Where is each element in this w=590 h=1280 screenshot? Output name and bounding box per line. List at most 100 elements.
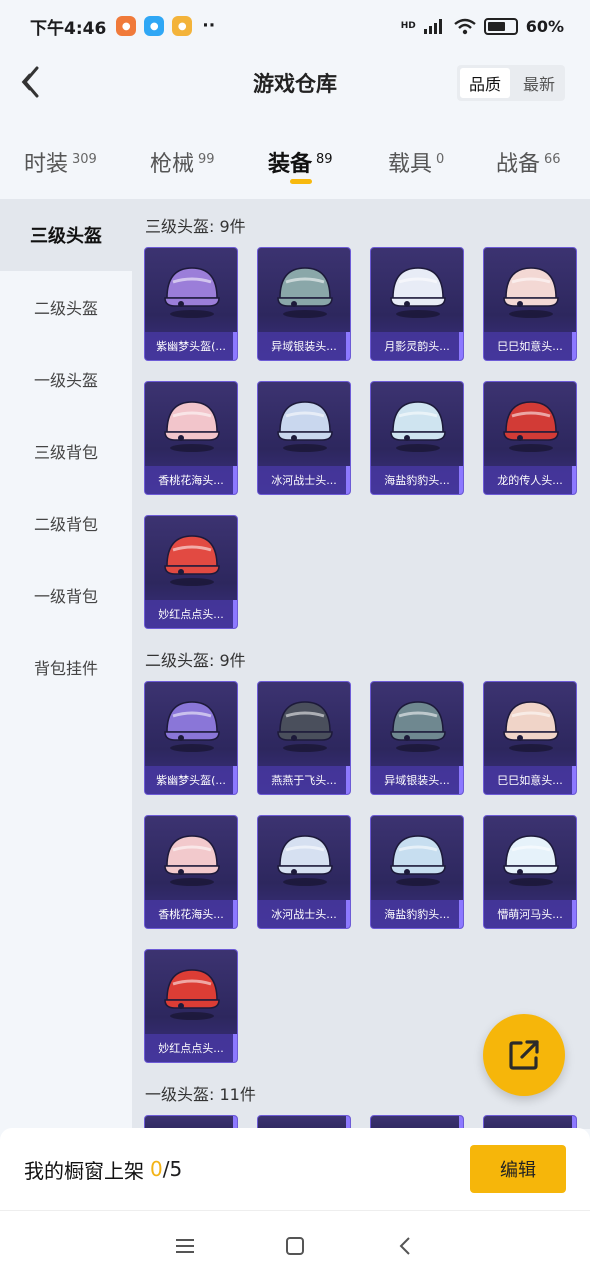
item-card[interactable] <box>144 1115 238 1129</box>
item-card[interactable]: 妙红点点头... <box>144 515 238 629</box>
item-card[interactable]: 月影灵韵头... <box>370 247 464 361</box>
helmet-icon <box>503 267 559 318</box>
home-button[interactable] <box>275 1226 315 1266</box>
item-grid <box>132 1103 590 1129</box>
tab-label: 枪械 <box>150 152 195 177</box>
item-name: 异域银装头... <box>371 766 463 794</box>
helmet-icon <box>164 401 220 452</box>
tab-supplies[interactable]: 战备 66 <box>496 128 561 190</box>
menu-icon <box>176 1238 194 1253</box>
item-card[interactable]: 香桃花海头... <box>144 815 238 929</box>
item-name: 龙的传人头... <box>484 466 576 494</box>
showcase-current: 0 <box>150 1157 163 1181</box>
app-notification-icon: ● <box>172 16 193 36</box>
helmet-icon <box>164 267 220 318</box>
item-name: 紫幽梦头盔(... <box>145 332 237 360</box>
item-name: 海盐豹豹头... <box>371 900 463 928</box>
item-card[interactable]: 海盐豹豹头... <box>370 815 464 929</box>
battery-percent: 60% <box>525 16 564 36</box>
back-arrow-icon <box>21 66 39 98</box>
showcase-count: 0/5 <box>150 1157 182 1181</box>
helmet-icon <box>390 701 446 752</box>
sidebar-item-backpack-charm[interactable]: 背包挂件 <box>0 631 132 703</box>
item-name: 海盐豹豹头... <box>371 466 463 494</box>
network-type: HD <box>400 20 416 31</box>
showcase-bar: 我的橱窗上架 0/5 编辑 <box>0 1128 590 1210</box>
item-card[interactable]: 冰河战士头... <box>257 381 351 495</box>
wifi-icon <box>453 18 476 34</box>
item-name: 紫幽梦头盔(... <box>145 766 237 794</box>
helmet-icon <box>164 535 220 586</box>
item-name: 燕燕于飞头... <box>258 766 350 794</box>
item-card[interactable]: 海盐豹豹头... <box>370 381 464 495</box>
page-title: 游戏仓库 <box>253 72 337 96</box>
tab-count: 89 <box>316 152 333 167</box>
sidebar-item-level2-backpack[interactable]: 二级背包 <box>0 487 132 559</box>
item-card[interactable]: 异域银装头... <box>370 681 464 795</box>
system-nav-bar <box>0 1210 590 1280</box>
app-notification-icon: ● <box>144 16 165 36</box>
share-button[interactable] <box>483 1014 565 1096</box>
sidebar-item-level3-backpack[interactable]: 三级背包 <box>0 415 132 487</box>
item-card[interactable]: 燕燕于飞头... <box>257 681 351 795</box>
tab-count: 66 <box>544 152 561 167</box>
tab-weapons[interactable]: 枪械 99 <box>150 128 215 190</box>
home-icon <box>286 1236 304 1255</box>
tab-equipment[interactable]: 装备 89 <box>268 128 333 190</box>
item-name: 月影灵韵头... <box>371 332 463 360</box>
sort-option-quality[interactable]: 品质 <box>460 68 510 98</box>
item-card[interactable]: 异域银装头... <box>257 247 351 361</box>
category-tabs: 时装 309 枪械 99 装备 89 载具 0 战备 66 <box>0 128 590 190</box>
sidebar-item-level2-helmet[interactable]: 二级头盔 <box>0 271 132 343</box>
item-name: 异域银装头... <box>258 332 350 360</box>
item-card[interactable]: 紫幽梦头盔(... <box>144 247 238 361</box>
helmet-icon <box>503 401 559 452</box>
item-name: 妙红点点头... <box>145 1034 237 1062</box>
helmet-icon <box>164 701 220 752</box>
item-card[interactable]: 香桃花海头... <box>144 381 238 495</box>
sidebar-item-level3-helmet[interactable]: 三级头盔 <box>0 199 132 271</box>
sidebar-item-level1-helmet[interactable]: 一级头盔 <box>0 343 132 415</box>
item-list[interactable]: 三级头盔: 9件 紫幽梦头盔(... 异域银装头... 月影灵韵头... 巳巳如意头.… <box>132 199 590 1129</box>
item-card[interactable]: 巳巳如意头... <box>483 681 577 795</box>
item-card[interactable]: 龙的传人头... <box>483 381 577 495</box>
item-name: 冰河战士头... <box>258 466 350 494</box>
battery-icon <box>483 17 518 35</box>
app-notification-icon: ● <box>116 16 137 36</box>
helmet-icon <box>277 267 333 318</box>
tab-fashion[interactable]: 时装 309 <box>24 128 97 190</box>
sort-option-newest[interactable]: 最新 <box>513 65 565 101</box>
item-card[interactable]: 冰河战士头... <box>257 815 351 929</box>
menu-button[interactable] <box>165 1226 205 1266</box>
more-notifications-icon: ·· <box>202 16 216 36</box>
item-card[interactable] <box>257 1115 351 1129</box>
item-card[interactable]: 懵萌河马头... <box>483 815 577 929</box>
tab-label: 载具 <box>388 152 433 177</box>
system-back-button[interactable] <box>385 1226 425 1266</box>
helmet-icon <box>277 835 333 886</box>
item-grid: 紫幽梦头盔(... 燕燕于飞头... 异域银装头... 巳巳如意头... 香桃花海头..… <box>132 669 590 1063</box>
chevron-left-icon <box>399 1236 410 1255</box>
tab-label: 时装 <box>24 152 69 177</box>
item-name: 冰河战士头... <box>258 900 350 928</box>
tab-label: 装备 <box>268 152 313 177</box>
item-card[interactable] <box>483 1115 577 1129</box>
item-card[interactable]: 妙红点点头... <box>144 949 238 1063</box>
item-name: 香桃花海头... <box>145 900 237 928</box>
showcase-label: 我的橱窗上架 <box>24 1158 144 1183</box>
item-name: 懵萌河马头... <box>484 900 576 928</box>
item-name: 巳巳如意头... <box>484 332 576 360</box>
item-card[interactable]: 巳巳如意头... <box>483 247 577 361</box>
tab-vehicles[interactable]: 载具 0 <box>388 128 444 190</box>
showcase-total: /5 <box>162 1157 183 1181</box>
back-button[interactable] <box>12 62 52 102</box>
tab-label: 战备 <box>496 152 541 177</box>
helmet-icon <box>390 267 446 318</box>
item-card[interactable] <box>370 1115 464 1129</box>
helmet-icon <box>277 401 333 452</box>
edit-button[interactable]: 编辑 <box>470 1145 566 1193</box>
external-link-icon <box>509 1040 539 1070</box>
sidebar-item-level1-backpack[interactable]: 一级背包 <box>0 559 132 631</box>
status-bar: 下午4:46 ● ● ● ·· HD 60% <box>0 0 590 52</box>
item-card[interactable]: 紫幽梦头盔(... <box>144 681 238 795</box>
